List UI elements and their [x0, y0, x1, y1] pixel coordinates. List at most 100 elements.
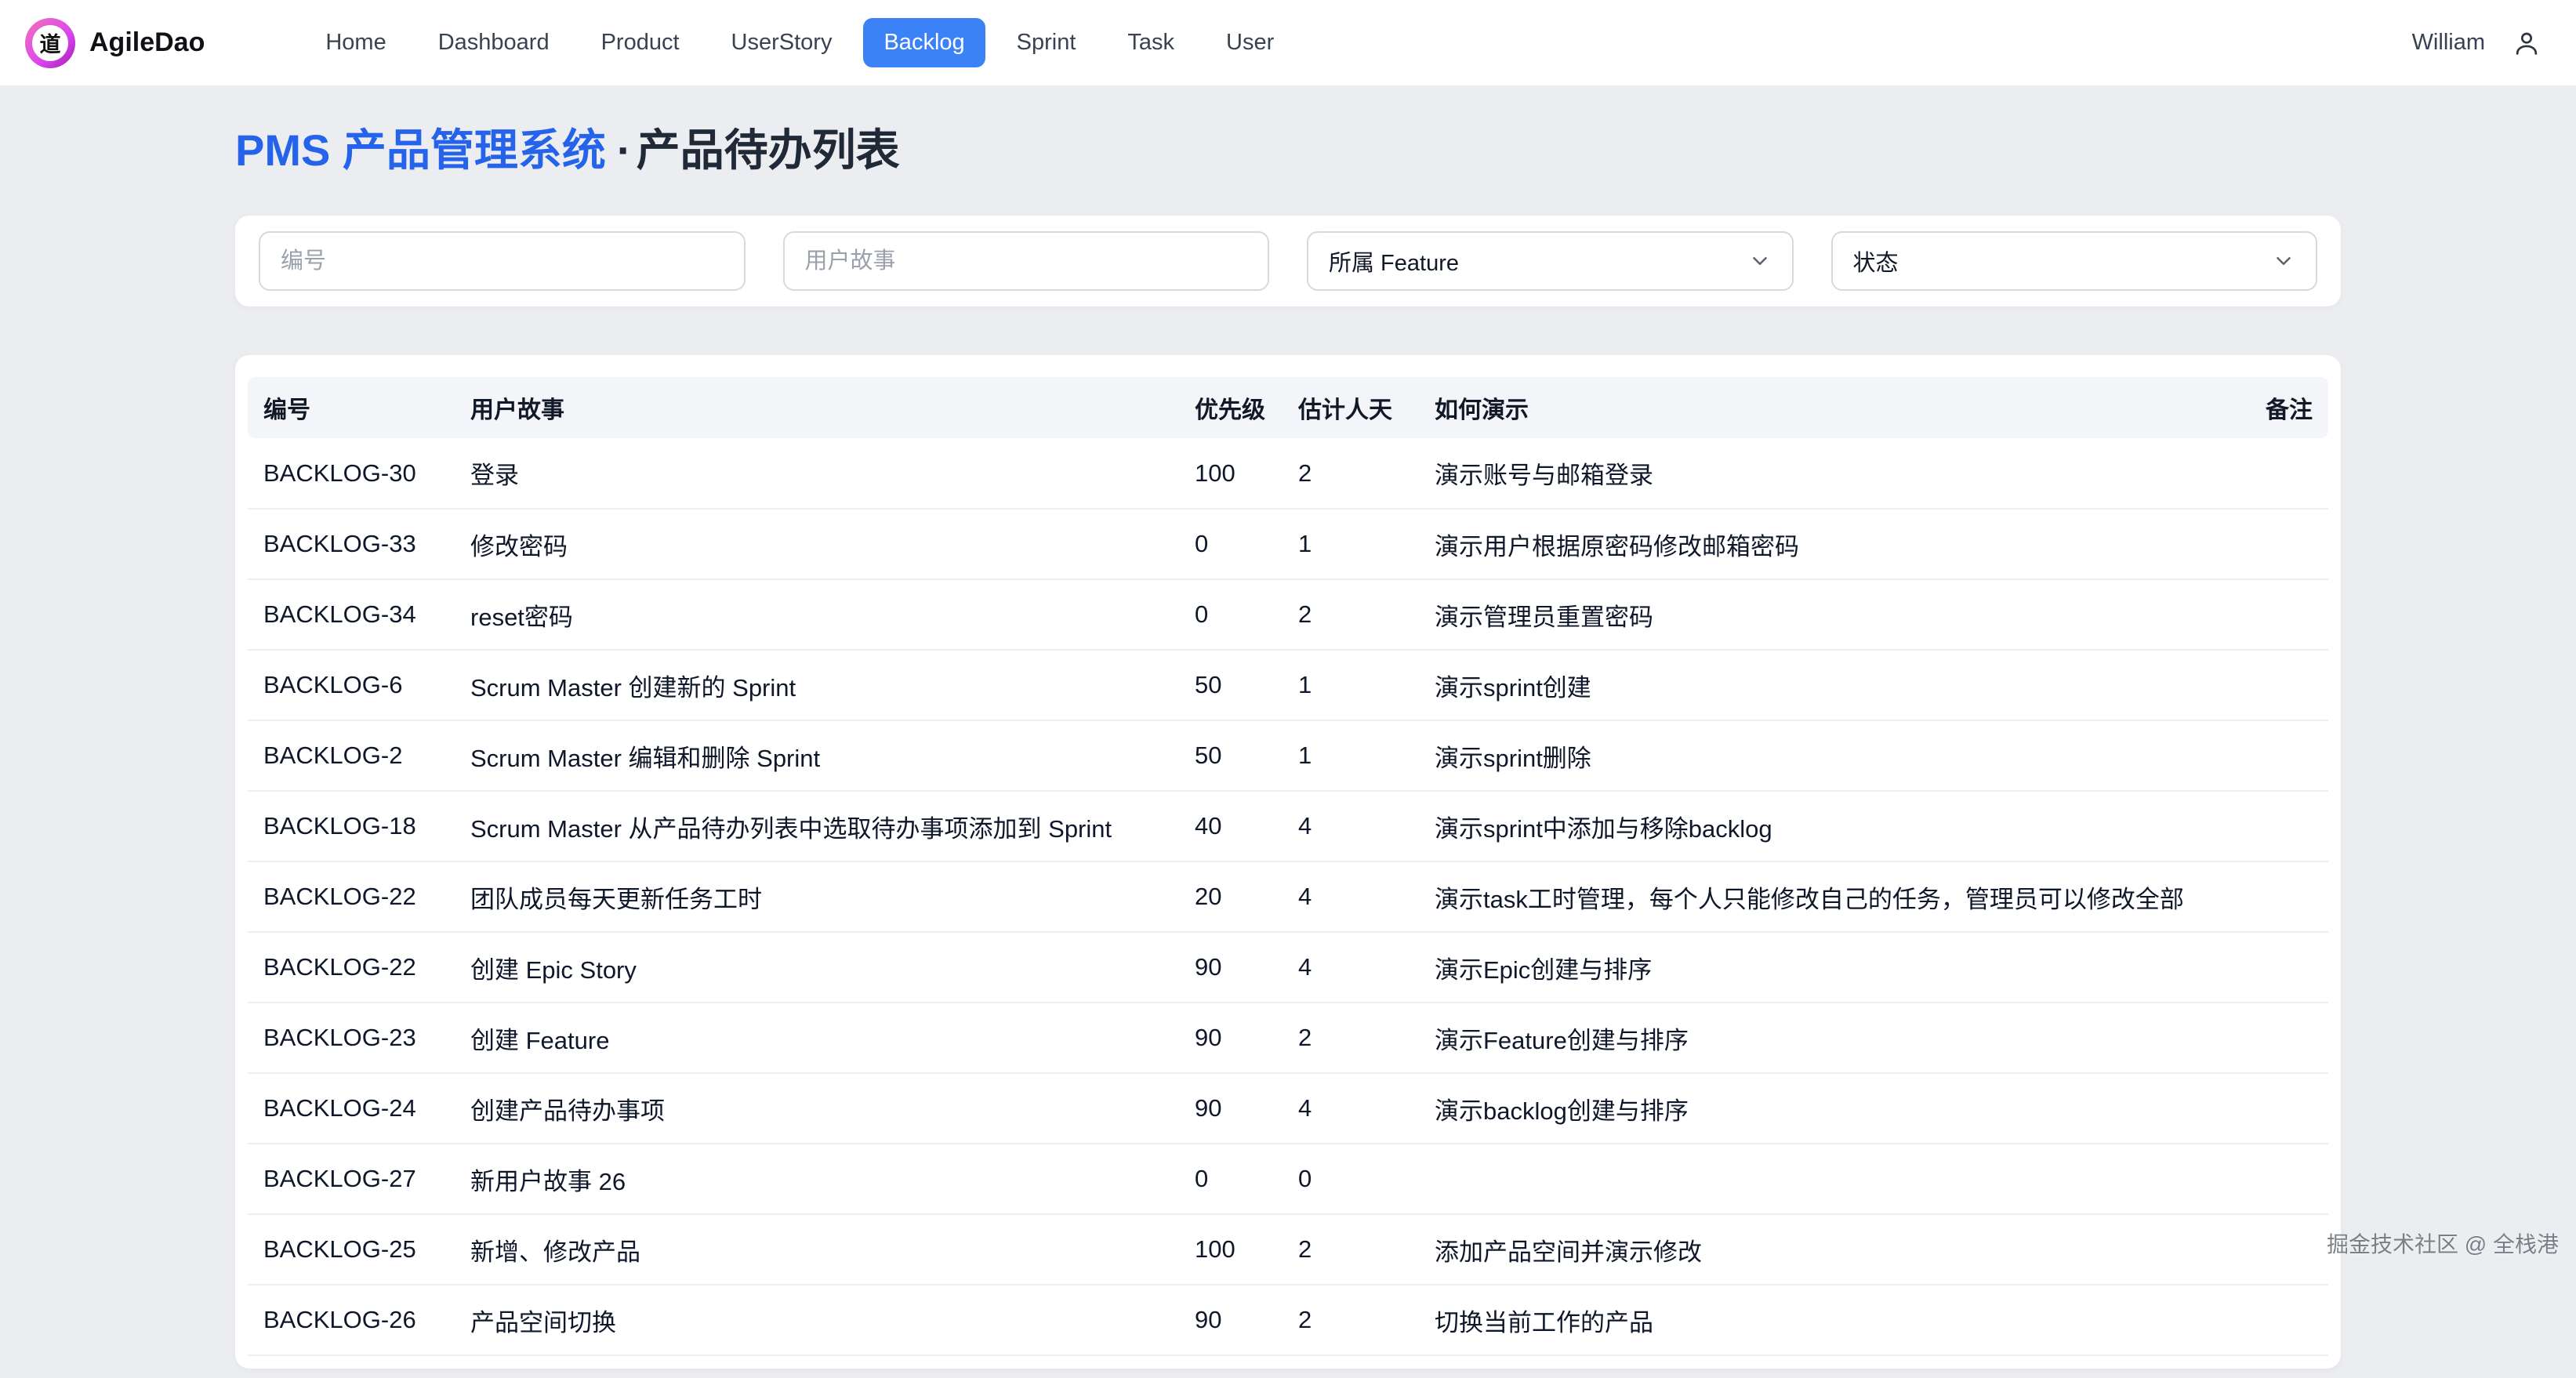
nav-item-product[interactable]: Product	[581, 18, 700, 67]
cell-priority: 50	[1179, 650, 1283, 720]
cell-note	[2219, 650, 2328, 720]
cell-id: BACKLOG-34	[248, 579, 455, 650]
chevron-down-icon	[1748, 249, 1772, 273]
column-header: 如何演示	[1419, 377, 2219, 438]
backlog-table-card: 编号用户故事优先级估计人天如何演示备注 BACKLOG-30 登录 100 2 …	[235, 355, 2341, 1369]
cell-id: BACKLOG-18	[248, 791, 455, 861]
nav-item-backlog[interactable]: Backlog	[863, 18, 985, 67]
table-row[interactable]: BACKLOG-33 修改密码 0 1 演示用户根据原密码修改邮箱密码	[248, 509, 2328, 579]
cell-id: BACKLOG-30	[248, 438, 455, 509]
cell-demo: 演示用户根据原密码修改邮箱密码	[1419, 509, 2219, 579]
table-row[interactable]: BACKLOG-26 产品空间切换 90 2 切换当前工作的产品	[248, 1285, 2328, 1355]
cell-id: BACKLOG-23	[248, 1003, 455, 1073]
cell-priority: 100	[1179, 438, 1283, 509]
cell-id: BACKLOG-2	[248, 720, 455, 791]
cell-note	[2219, 791, 2328, 861]
cell-id: BACKLOG-22	[248, 861, 455, 932]
cell-priority: 100	[1179, 1214, 1283, 1285]
feature-select-value: 所属 Feature	[1329, 245, 1459, 277]
cell-note	[2219, 861, 2328, 932]
cell-story: 新增、修改产品	[455, 1214, 1179, 1285]
table-row[interactable]: BACKLOG-23 创建 Feature 90 2 演示Feature创建与排…	[248, 1003, 2328, 1073]
user-icon[interactable]	[2512, 28, 2542, 58]
cell-priority: 0	[1179, 509, 1283, 579]
cell-demo: 演示sprint中添加与移除backlog	[1419, 791, 2219, 861]
cell-days: 2	[1283, 438, 1419, 509]
status-select[interactable]: 状态	[1831, 231, 2318, 291]
cell-priority: 20	[1179, 861, 1283, 932]
brand[interactable]: 道 AgileDao	[25, 18, 205, 68]
cell-days: 1	[1283, 509, 1419, 579]
top-nav: 道 AgileDao HomeDashboardProductUserStory…	[0, 0, 2576, 85]
cell-note	[2219, 509, 2328, 579]
cell-demo: 添加产品空间并演示修改	[1419, 1214, 2219, 1285]
table-row[interactable]: BACKLOG-30 登录 100 2 演示账号与邮箱登录	[248, 438, 2328, 509]
cell-demo	[1419, 1144, 2219, 1214]
table-row[interactable]: BACKLOG-2 Scrum Master 编辑和删除 Sprint 50 1…	[248, 720, 2328, 791]
cell-priority: 0	[1179, 1144, 1283, 1214]
cell-priority: 90	[1179, 1285, 1283, 1355]
table-row[interactable]: BACKLOG-34 reset密码 0 2 演示管理员重置密码	[248, 579, 2328, 650]
logo-icon: 道	[25, 18, 75, 68]
cell-id: BACKLOG-33	[248, 509, 455, 579]
cell-days: 2	[1283, 1285, 1419, 1355]
cell-demo: 演示管理员重置密码	[1419, 579, 2219, 650]
id-filter-input[interactable]	[259, 231, 746, 291]
cell-days: 4	[1283, 1073, 1419, 1144]
chevron-down-icon	[2272, 249, 2295, 273]
nav-item-home[interactable]: Home	[305, 18, 406, 67]
cell-story: 产品空间切换	[455, 1285, 1179, 1355]
cell-note	[2219, 1003, 2328, 1073]
logo-glyph: 道	[32, 25, 68, 61]
cell-priority: 40	[1179, 791, 1283, 861]
table-row[interactable]: BACKLOG-24 创建产品待办事项 90 4 演示backlog创建与排序	[248, 1073, 2328, 1144]
cell-days: 4	[1283, 932, 1419, 1003]
cell-days: 2	[1283, 1214, 1419, 1285]
cell-demo: 演示sprint创建	[1419, 650, 2219, 720]
nav-item-sprint[interactable]: Sprint	[996, 18, 1097, 67]
column-header: 估计人天	[1283, 377, 1419, 438]
nav-item-user[interactable]: User	[1206, 18, 1294, 67]
cell-story: Scrum Master 创建新的 Sprint	[455, 650, 1179, 720]
table-row[interactable]: BACKLOG-22 团队成员每天更新任务工时 20 4 演示task工时管理，…	[248, 861, 2328, 932]
nav-item-task[interactable]: Task	[1107, 18, 1195, 67]
cell-story: Scrum Master 编辑和删除 Sprint	[455, 720, 1179, 791]
cell-days: 1	[1283, 650, 1419, 720]
status-select-value: 状态	[1853, 245, 1899, 277]
page-title: PMS 产品管理系统·产品待办列表	[235, 126, 2341, 175]
cell-story: 团队成员每天更新任务工时	[455, 861, 1179, 932]
cell-priority: 90	[1179, 1073, 1283, 1144]
cell-story: reset密码	[455, 579, 1179, 650]
table-row[interactable]: BACKLOG-18 Scrum Master 从产品待办列表中选取待办事项添加…	[248, 791, 2328, 861]
cell-demo: 演示backlog创建与排序	[1419, 1073, 2219, 1144]
watermark: 掘金技术社区 @ 全栈港	[2327, 1228, 2559, 1259]
cell-priority: 50	[1179, 720, 1283, 791]
cell-days: 0	[1283, 1144, 1419, 1214]
cell-days: 4	[1283, 791, 1419, 861]
cell-priority: 0	[1179, 579, 1283, 650]
nav-links: HomeDashboardProductUserStoryBacklogSpri…	[305, 18, 1294, 67]
cell-note	[2219, 1073, 2328, 1144]
cell-priority: 90	[1179, 1003, 1283, 1073]
table-row[interactable]: BACKLOG-25 新增、修改产品 100 2 添加产品空间并演示修改	[248, 1214, 2328, 1285]
table-header-row: 编号用户故事优先级估计人天如何演示备注	[248, 377, 2328, 438]
cell-story: Scrum Master 从产品待办列表中选取待办事项添加到 Sprint	[455, 791, 1179, 861]
cell-story: 创建 Epic Story	[455, 932, 1179, 1003]
cell-note	[2219, 720, 2328, 791]
cell-story: 登录	[455, 438, 1179, 509]
table-row[interactable]: BACKLOG-6 Scrum Master 创建新的 Sprint 50 1 …	[248, 650, 2328, 720]
nav-item-userstory[interactable]: UserStory	[711, 18, 853, 67]
cell-story: 创建 Feature	[455, 1003, 1179, 1073]
cell-id: BACKLOG-22	[248, 932, 455, 1003]
feature-select[interactable]: 所属 Feature	[1307, 231, 1794, 291]
cell-id: BACKLOG-26	[248, 1285, 455, 1355]
story-filter-input[interactable]	[783, 231, 1270, 291]
cell-days: 1	[1283, 720, 1419, 791]
cell-note	[2219, 1285, 2328, 1355]
nav-item-dashboard[interactable]: Dashboard	[418, 18, 570, 67]
table-row[interactable]: BACKLOG-22 创建 Epic Story 90 4 演示Epic创建与排…	[248, 932, 2328, 1003]
cell-days: 4	[1283, 861, 1419, 932]
cell-demo: 演示task工时管理，每个人只能修改自己的任务，管理员可以修改全部	[1419, 861, 2219, 932]
cell-id: BACKLOG-25	[248, 1214, 455, 1285]
table-row[interactable]: BACKLOG-27 新用户故事 26 0 0	[248, 1144, 2328, 1214]
